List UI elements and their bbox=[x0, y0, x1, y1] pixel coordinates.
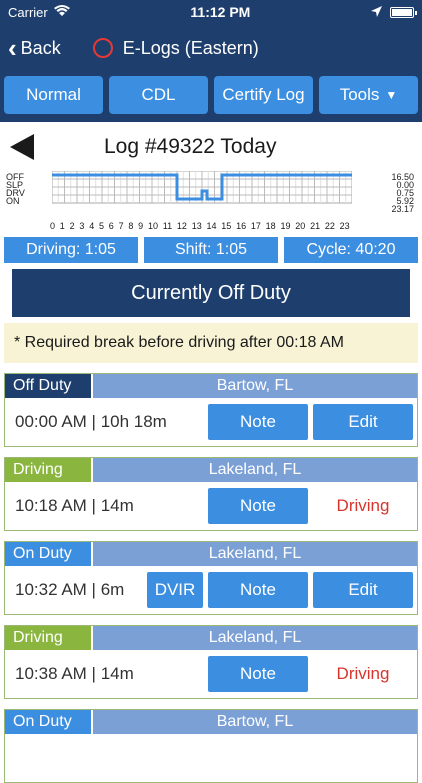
tab-tools[interactable]: Tools ▼ bbox=[319, 76, 418, 114]
edit-button[interactable]: Edit bbox=[313, 571, 413, 608]
tab-tools-label: Tools bbox=[339, 85, 380, 104]
note-button[interactable]: Note bbox=[208, 403, 308, 440]
log-entry: On Duty Bartow, FL bbox=[4, 709, 418, 783]
log-entry: Driving Lakeland, FL 10:38 AM | 14m Note… bbox=[4, 625, 418, 699]
graph-hour-label: 1 bbox=[59, 221, 65, 231]
log-entry: On Duty Lakeland, FL 10:32 AM | 6m DVIR … bbox=[4, 541, 418, 615]
nav-bar: ‹ Back E-Logs (Eastern) bbox=[0, 24, 422, 72]
graph-hour-label: 5 bbox=[98, 221, 104, 231]
record-status-icon bbox=[92, 38, 113, 58]
graph-hour-label: 12 bbox=[176, 221, 187, 231]
graph-hour-label: 3 bbox=[79, 221, 85, 231]
log-entry: Off Duty Bartow, FL 00:00 AM | 10h 18m N… bbox=[4, 373, 418, 447]
graph-row-label: ON bbox=[6, 196, 20, 206]
entry-location: Lakeland, FL bbox=[93, 542, 417, 566]
graph-hour-labels: 0 1 2 3 4 5 6 7 8 9 10 11 12 13 14 15 16 17 18 19 20 21 22 23 bbox=[50, 221, 350, 231]
log-entry-list: Off Duty Bartow, FL 00:00 AM | 10h 18m N… bbox=[0, 373, 422, 783]
graph-hour-label: 6 bbox=[108, 221, 114, 231]
battery-icon bbox=[389, 6, 417, 18]
graph-totals: 16.50 0.00 0.75 5.92 23.17 bbox=[391, 173, 414, 214]
graph-hour-label: 11 bbox=[162, 221, 173, 231]
driving-summary: Driving: 1:05 bbox=[4, 237, 138, 263]
tab-normal[interactable]: Normal bbox=[4, 76, 103, 114]
break-notice: * Required break before driving after 00… bbox=[4, 323, 418, 363]
graph-hour-label: 4 bbox=[89, 221, 95, 231]
entry-location: Lakeland, FL bbox=[93, 626, 417, 650]
graph-hour-label: 8 bbox=[128, 221, 134, 231]
entry-status: Driving bbox=[5, 626, 91, 650]
driving-status-label: Driving bbox=[336, 663, 390, 683]
graph-hour-label: 14 bbox=[206, 221, 217, 231]
log-header: Log #49322 Today bbox=[0, 125, 422, 169]
summary-row: Driving: 1:05 Shift: 1:05 Cycle: 40:20 bbox=[0, 237, 422, 263]
back-button[interactable]: ‹ Back bbox=[8, 35, 61, 61]
dvir-button[interactable]: DVIR bbox=[147, 571, 203, 608]
entry-location: Bartow, FL bbox=[93, 710, 417, 734]
status-bar: Carrier 11:12 PM bbox=[0, 0, 422, 24]
wifi-icon bbox=[53, 4, 70, 20]
graph-hour-label: 21 bbox=[310, 221, 321, 231]
location-arrow-icon bbox=[370, 5, 382, 20]
entry-status: On Duty bbox=[5, 542, 91, 566]
graph-hour-label: 23 bbox=[339, 221, 350, 231]
graph-hour-label: 15 bbox=[221, 221, 232, 231]
graph-hour-label: 18 bbox=[265, 221, 276, 231]
note-button[interactable]: Note bbox=[208, 571, 308, 608]
duty-graph-grid bbox=[52, 171, 352, 204]
entry-status: Off Duty bbox=[5, 374, 91, 398]
graph-hour-label: 20 bbox=[295, 221, 306, 231]
entry-location: Bartow, FL bbox=[93, 374, 417, 398]
chevron-left-icon: ‹ bbox=[8, 33, 17, 63]
entry-status: On Duty bbox=[5, 710, 91, 734]
tab-cdl[interactable]: CDL bbox=[109, 76, 208, 114]
shift-summary: Shift: 1:05 bbox=[144, 237, 278, 263]
carrier-label: Carrier bbox=[8, 4, 48, 20]
graph-hour-label: 2 bbox=[69, 221, 75, 231]
graph-hour-label: 13 bbox=[191, 221, 202, 231]
graph-hour-label: 22 bbox=[324, 221, 335, 231]
graph-total: 23.17 bbox=[391, 204, 414, 214]
back-label: Back bbox=[20, 37, 61, 58]
graph-hour-label: 16 bbox=[236, 221, 247, 231]
duty-graph: OFF SLP DRV ON 16.50 0.00 0.75 5.92 23.1… bbox=[4, 169, 418, 233]
entry-time: 10:18 AM | 14m bbox=[15, 495, 134, 515]
caret-down-icon: ▼ bbox=[385, 88, 398, 102]
cycle-summary: Cycle: 40:20 bbox=[284, 237, 418, 263]
entry-time: 00:00 AM | 10h 18m bbox=[15, 411, 167, 431]
edit-button[interactable]: Edit bbox=[313, 403, 413, 440]
note-button[interactable]: Note bbox=[208, 655, 308, 692]
tab-certify-log[interactable]: Certify Log bbox=[214, 76, 313, 114]
entry-status: Driving bbox=[5, 458, 91, 482]
entry-time: 10:38 AM | 14m bbox=[15, 663, 134, 683]
entry-time: 10:32 AM | 6m bbox=[15, 579, 125, 599]
graph-row-labels: OFF SLP DRV ON bbox=[6, 173, 25, 206]
previous-log-arrow-icon[interactable] bbox=[10, 134, 34, 160]
graph-hour-label: 9 bbox=[138, 221, 144, 231]
entry-location: Lakeland, FL bbox=[93, 458, 417, 482]
graph-hour-label: 0 bbox=[50, 221, 56, 231]
tab-row: Normal CDL Certify Log Tools ▼ bbox=[0, 72, 422, 122]
clock: 11:12 PM bbox=[190, 4, 251, 20]
note-button[interactable]: Note bbox=[208, 487, 308, 524]
page-title: E-Logs (Eastern) bbox=[122, 37, 259, 58]
log-title: Log #49322 Today bbox=[104, 135, 277, 158]
graph-hour-label: 19 bbox=[280, 221, 291, 231]
graph-hour-label: 17 bbox=[250, 221, 261, 231]
log-entry: Driving Lakeland, FL 10:18 AM | 14m Note… bbox=[4, 457, 418, 531]
driving-status-label: Driving bbox=[336, 495, 390, 515]
graph-hour-label: 7 bbox=[118, 221, 124, 231]
graph-hour-label: 10 bbox=[147, 221, 158, 231]
current-status-banner: Currently Off Duty bbox=[12, 269, 410, 317]
